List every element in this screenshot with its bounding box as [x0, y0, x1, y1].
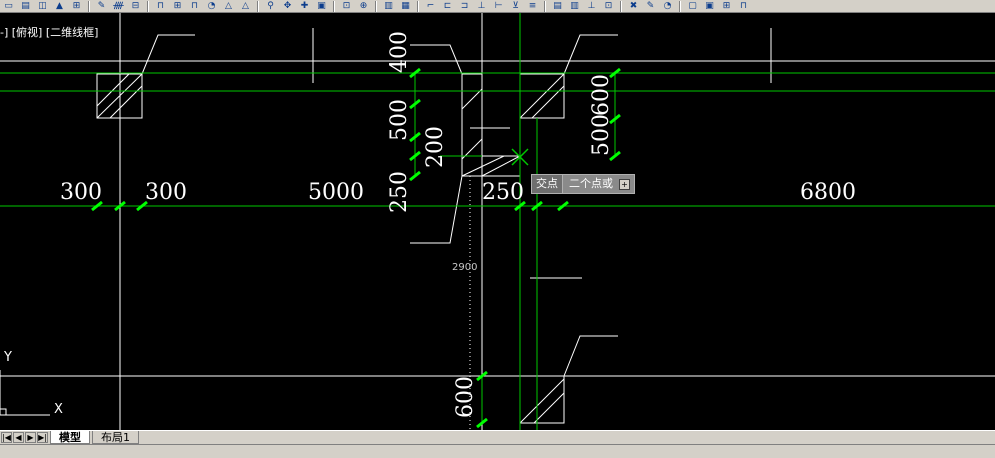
leader-line [563, 335, 618, 377]
viewport-controls[interactable]: -] [俯视] [二维线框] [0, 24, 98, 40]
ucs-icon [0, 370, 50, 416]
toolbar-button[interactable]: ✚ [297, 0, 312, 12]
toolbar-button[interactable]: ▣ [314, 0, 329, 12]
toolbar-button[interactable]: ▢ [685, 0, 700, 12]
toolbar-button[interactable]: ⊢ [491, 0, 506, 12]
tracking-value: 2900 [452, 262, 477, 273]
ucs-x-label: X [54, 402, 63, 417]
dim-6800: 6800 [800, 180, 856, 205]
dim-250-h: 250 [482, 180, 524, 205]
toolbar-button[interactable]: ⊡ [601, 0, 616, 12]
drawing-canvas[interactable]: 300 300 5000 250 6800 400 500 200 250 60… [0, 13, 995, 430]
toolbar-button[interactable]: ✖ [626, 0, 641, 12]
dim-600-top: 600 [589, 74, 614, 116]
column [461, 73, 483, 177]
toolbar-separator [679, 0, 681, 12]
dim-300-right: 300 [145, 180, 187, 205]
dim-250-v: 250 [387, 171, 412, 213]
toolbar-separator [147, 0, 149, 12]
toolbar-button[interactable]: ⊡ [339, 0, 354, 12]
toolbar-button[interactable]: ⊥ [474, 0, 489, 12]
dim-5000: 5000 [308, 180, 364, 205]
toolbar-button[interactable]: ⊐ [457, 0, 472, 12]
dim-500-left: 500 [387, 99, 412, 141]
ucs-y-label: Y [3, 350, 12, 365]
toolbar-button[interactable]: ⊏ [440, 0, 455, 12]
leader-line [563, 34, 618, 75]
toolbar-button[interactable]: ◔ [204, 0, 219, 12]
osnap-tooltip: 交点 二个点或 + [531, 174, 635, 194]
dim-600-bottom: 600 [453, 376, 478, 418]
toolbar-button[interactable]: ▭ [1, 0, 16, 12]
toolbar-button[interactable]: ⚲ [263, 0, 278, 12]
toolbar-button[interactable]: ⊓ [153, 0, 168, 12]
toolbar-button[interactable]: ✎ [94, 0, 109, 12]
toolbar-button[interactable]: ▲ [52, 0, 67, 12]
toolbar-button[interactable]: ▤ [550, 0, 565, 12]
toolbar-separator [620, 0, 622, 12]
toolbar-button[interactable]: ◔ [660, 0, 675, 12]
toolbar-button[interactable]: ⊓ [736, 0, 751, 12]
toolbar-button[interactable]: ⊻ [508, 0, 523, 12]
toolbar-button[interactable]: ⊕ [356, 0, 371, 12]
toolbar-button[interactable]: ⊞ [69, 0, 84, 12]
toolbar-button[interactable]: ◫ [35, 0, 50, 12]
toolbar-button[interactable]: ⊞ [170, 0, 185, 12]
toolbar-button[interactable]: △ [221, 0, 236, 12]
prev-tab-button[interactable]: ◀ [13, 432, 24, 443]
toolbar-button[interactable]: ⊓ [187, 0, 202, 12]
layout-tab-bar: |◀ ◀ ▶ ▶| 模型 布局1 [0, 430, 995, 444]
toolbar-button[interactable]: ▣ [702, 0, 717, 12]
toolbar-button[interactable]: ▦ [398, 0, 413, 12]
dim-500-right: 500 [589, 114, 614, 156]
leader-line [410, 175, 463, 244]
tab-model[interactable]: 模型 [50, 431, 90, 444]
autocad-window: ▭ ▤ ◫ ▲ ⊞ ✎ ᚎ ⊟ ⊓ ⊞ ⊓ ◔ △ △ ⚲ ✥ ✚ ▣ ⊡ ⊕ … [0, 0, 995, 458]
toolbar-button[interactable]: ⌐ [423, 0, 438, 12]
toolbar-button[interactable]: △ [238, 0, 253, 12]
tooltip-expand-button[interactable]: + [619, 178, 630, 190]
toolbar-separator [417, 0, 419, 12]
dim-400: 400 [387, 31, 412, 73]
toolbar-button[interactable]: ⊟ [128, 0, 143, 12]
top-toolbar: ▭ ▤ ◫ ▲ ⊞ ✎ ᚎ ⊟ ⊓ ⊞ ⊓ ◔ △ △ ⚲ ✥ ✚ ▣ ⊡ ⊕ … [0, 0, 995, 13]
toolbar-separator [88, 0, 90, 12]
dim-200: 200 [423, 126, 448, 168]
toolbar-button[interactable]: ▥ [381, 0, 396, 12]
toolbar-separator [333, 0, 335, 12]
dim-300-left: 300 [60, 180, 102, 205]
next-tab-button[interactable]: ▶ [25, 432, 36, 443]
toolbar-button[interactable]: ᚎ [111, 0, 126, 12]
toolbar-button[interactable]: ▥ [567, 0, 582, 12]
leader-line [141, 34, 195, 75]
toolbar-button[interactable]: ✥ [280, 0, 295, 12]
toolbar-separator [375, 0, 377, 12]
toolbar-button[interactable]: ✎ [643, 0, 658, 12]
toolbar-button[interactable]: ⊞ [719, 0, 734, 12]
dim-ticks [91, 67, 621, 429]
toolbar-separator [257, 0, 259, 12]
tooltip-label: 交点 [532, 175, 563, 193]
first-tab-button[interactable]: |◀ [1, 432, 12, 443]
toolbar-button[interactable]: ⊥ [584, 0, 599, 12]
toolbar-button[interactable]: ▤ [18, 0, 33, 12]
last-tab-button[interactable]: ▶| [37, 432, 48, 443]
tooltip-text: 二个点或 [569, 177, 613, 190]
status-bar [0, 444, 995, 458]
toolbar-separator [544, 0, 546, 12]
toolbar-button[interactable]: ≡ [525, 0, 540, 12]
tab-layout1[interactable]: 布局1 [92, 431, 139, 444]
